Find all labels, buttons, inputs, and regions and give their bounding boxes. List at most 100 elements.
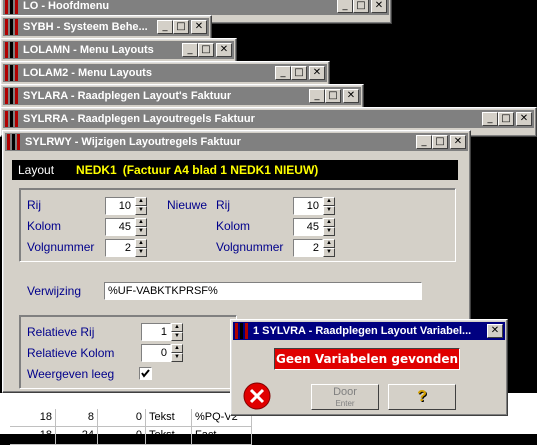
up-arrow-icon[interactable]: ▲ [135, 239, 147, 248]
window-title: LOLAM2 - Menu Layouts [23, 67, 152, 79]
maximize-button[interactable]: □ [325, 89, 341, 103]
maximize-button[interactable]: □ [498, 112, 514, 126]
door-button[interactable]: Door Enter [311, 384, 379, 410]
relatieve-rij-label: Relatieve Rij [27, 325, 95, 339]
cell-rij: 18 [10, 427, 56, 445]
close-button[interactable]: ✕ [191, 20, 207, 34]
cell-kolom: 24 [56, 427, 98, 445]
minimize-button[interactable]: _ [416, 135, 432, 149]
rij-value[interactable]: 10 [105, 197, 135, 215]
nieuwe-kolom-value[interactable]: 45 [293, 218, 323, 236]
close-button[interactable]: ✕ [343, 89, 359, 103]
relatieve-rij-stepper[interactable]: 1 ▲ ▼ [141, 323, 183, 341]
maximize-button[interactable]: □ [291, 66, 307, 80]
layout-code: NEDK1 [76, 163, 117, 177]
cell-type: Tekst [146, 409, 192, 427]
close-button[interactable]: ✕ [487, 324, 503, 338]
table-row[interactable]: 18 24 0 Tekst Fact... [10, 427, 252, 445]
door-shortcut: Enter [335, 399, 355, 408]
volgnummer-stepper[interactable]: 2 ▲ ▼ [105, 239, 147, 257]
kolom-value[interactable]: 45 [105, 218, 135, 236]
relatieve-kolom-stepper[interactable]: 0 ▲ ▼ [141, 344, 183, 362]
volgnummer-value[interactable]: 2 [105, 239, 135, 257]
kolom-stepper[interactable]: 45 ▲ ▼ [105, 218, 147, 236]
close-button[interactable]: ✕ [309, 66, 325, 80]
down-arrow-icon[interactable]: ▼ [135, 248, 147, 257]
cell-type: Tekst [146, 427, 192, 445]
minimize-button[interactable]: _ [275, 66, 291, 80]
verwijzing-label: Verwijzing [27, 284, 82, 298]
nieuwe-rij-value[interactable]: 10 [293, 197, 323, 215]
titlebar[interactable]: LOLAMN - Menu Layouts _ □ ✕ [3, 41, 234, 59]
relatieve-rij-value[interactable]: 1 [141, 323, 171, 341]
up-arrow-icon[interactable]: ▲ [135, 218, 147, 227]
up-arrow-icon[interactable]: ▲ [323, 197, 335, 206]
nieuwe-rij-label: Rij [216, 198, 230, 212]
maximize-button[interactable]: □ [432, 135, 448, 149]
up-arrow-icon[interactable]: ▲ [135, 197, 147, 206]
app-icon [5, 111, 19, 127]
help-icon: ? [417, 388, 427, 405]
rij-stepper[interactable]: 10 ▲ ▼ [105, 197, 147, 215]
weergeven-leeg-label: Weergeven leeg [27, 367, 115, 381]
nieuwe-volgnummer-label: Volgnummer [216, 240, 284, 254]
help-button[interactable]: ? [388, 384, 456, 410]
cell-kolom: 8 [56, 409, 98, 427]
titlebar[interactable]: LOLAM2 - Menu Layouts _ □ ✕ [3, 64, 327, 82]
nieuwe-kolom-label: Kolom [216, 219, 251, 233]
close-button[interactable]: ✕ [450, 135, 466, 149]
up-arrow-icon[interactable]: ▲ [323, 239, 335, 248]
down-arrow-icon[interactable]: ▼ [323, 227, 335, 236]
minimize-button[interactable]: _ [482, 112, 498, 126]
minimize-button[interactable]: _ [337, 0, 353, 13]
weergeven-leeg-checkbox[interactable] [139, 367, 152, 380]
minimize-button[interactable]: _ [157, 20, 173, 34]
close-circle-icon [243, 382, 271, 410]
layout-label: Layout [18, 163, 55, 177]
minimize-button[interactable]: _ [182, 43, 198, 57]
verwijzing-field[interactable]: %UF-VABKTKPRSF% [104, 282, 422, 300]
titlebar[interactable]: SYBH - Systeem Behe... _ □ ✕ [3, 18, 209, 36]
dialog-title: 1 SYLVRA - Raadplegen Layout Variabel... [253, 325, 472, 337]
close-button[interactable]: ✕ [216, 43, 232, 57]
nieuwe-rij-stepper[interactable]: 10 ▲ ▼ [293, 197, 335, 215]
relatieve-kolom-value[interactable]: 0 [141, 344, 171, 362]
nieuwe-kolom-stepper[interactable]: 45 ▲ ▼ [293, 218, 335, 236]
app-icon [5, 0, 19, 14]
nieuwe-volgnummer-value[interactable]: 2 [293, 239, 323, 257]
down-arrow-icon[interactable]: ▼ [135, 227, 147, 236]
nieuwe-volgnummer-stepper[interactable]: 2 ▲ ▼ [293, 239, 335, 257]
layout-description: (Factuur A4 blad 1 NEDK1 NIEUW) [122, 163, 319, 177]
minimize-button[interactable]: _ [309, 89, 325, 103]
maximize-button[interactable]: □ [353, 0, 369, 13]
dialog-sylvra: 1 SYLVRA - Raadplegen Layout Variabel...… [230, 319, 508, 416]
titlebar[interactable]: LO - Hoofdmenu _ □ ✕ [3, 0, 389, 15]
titlebar[interactable]: 1 SYLVRA - Raadplegen Layout Variabel...… [233, 322, 505, 340]
maximize-button[interactable]: □ [173, 20, 189, 34]
titlebar[interactable]: SYLRRA - Raadplegen Layoutregels Faktuur… [3, 110, 534, 128]
up-arrow-icon[interactable]: ▲ [171, 323, 183, 332]
nieuwe-label: Nieuwe [167, 198, 208, 212]
up-arrow-icon[interactable]: ▲ [171, 344, 183, 353]
table-row[interactable]: 18 8 0 Tekst %PQ-V2 [10, 409, 252, 427]
close-button[interactable]: ✕ [371, 0, 387, 13]
up-arrow-icon[interactable]: ▲ [323, 218, 335, 227]
down-arrow-icon[interactable]: ▼ [171, 353, 183, 362]
cancel-button[interactable] [241, 381, 273, 411]
window-title: SYLRRA - Raadplegen Layoutregels Faktuur [23, 113, 255, 125]
app-icon [5, 65, 19, 81]
cell-rij: 18 [10, 409, 56, 427]
layout-header: Layout NEDK1 (Factuur A4 blad 1 NEDK1 NI… [12, 160, 458, 180]
down-arrow-icon[interactable]: ▼ [171, 332, 183, 341]
app-icon [5, 88, 19, 104]
down-arrow-icon[interactable]: ▼ [323, 206, 335, 215]
down-arrow-icon[interactable]: ▼ [135, 206, 147, 215]
titlebar[interactable]: SYLRWY - Wijzigen Layoutregels Faktuur _… [5, 133, 468, 151]
app-icon [5, 42, 19, 58]
down-arrow-icon[interactable]: ▼ [323, 248, 335, 257]
close-button[interactable]: ✕ [516, 112, 532, 126]
door-label: Door [333, 386, 357, 398]
window-title: LO - Hoofdmenu [23, 0, 110, 12]
titlebar[interactable]: SYLARA - Raadplegen Layout's Faktuur _ □… [3, 87, 361, 105]
maximize-button[interactable]: □ [198, 43, 214, 57]
